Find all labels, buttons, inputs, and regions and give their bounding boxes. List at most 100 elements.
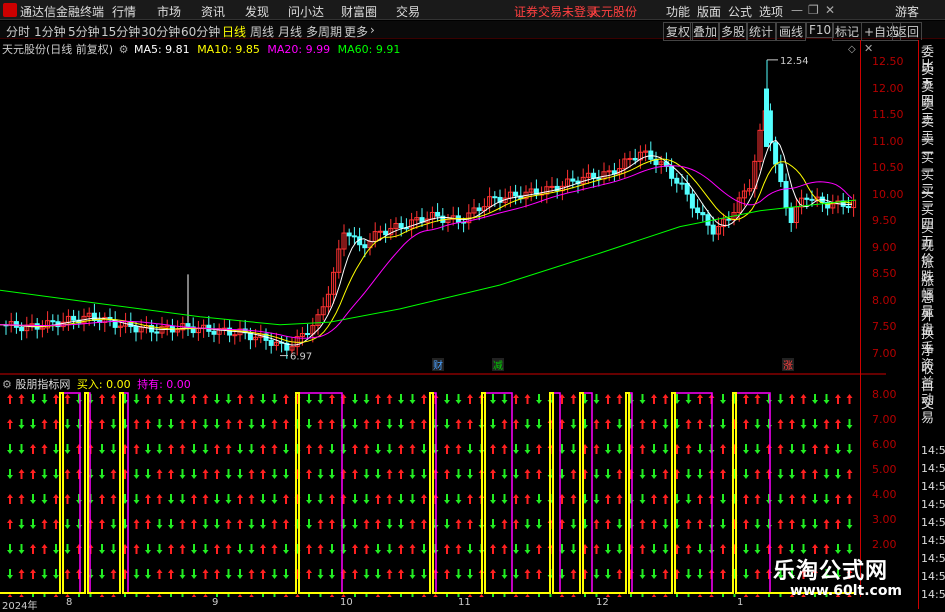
signal-up-arrow — [271, 419, 278, 429]
ma5-line — [0, 139, 853, 346]
period-more[interactable]: 更多 — [344, 23, 368, 40]
signal-down-arrow — [662, 519, 669, 529]
event-marker: 财 — [433, 359, 443, 372]
period-5min[interactable]: 5分钟 — [68, 23, 100, 40]
signal-up-arrow — [375, 394, 381, 404]
signal-down-arrow — [524, 419, 531, 429]
signal-down-arrow — [789, 444, 795, 454]
signal-up-arrow — [605, 419, 611, 429]
menu-xuanxiang[interactable]: 选项 — [759, 3, 783, 20]
price-tick: 8.50 — [872, 267, 897, 281]
signal-down-arrow — [145, 569, 151, 579]
signal-up-arrow — [179, 544, 186, 554]
period-daily[interactable]: 日线 — [222, 23, 246, 40]
period-fenshi[interactable]: 分时 — [6, 23, 30, 40]
kline-chart[interactable]: 12.54 6.97 财 减 涨 — [0, 40, 886, 375]
period-30min[interactable]: 30分钟 — [141, 23, 180, 40]
signal-up-arrow — [283, 519, 289, 529]
signal-up-arrow — [444, 444, 450, 454]
menu-gongshi[interactable]: 公式 — [728, 3, 752, 20]
signal-up-arrow — [156, 394, 163, 404]
fuquan-button[interactable]: 复权 — [663, 22, 694, 41]
indicator-tick: 4.00 — [872, 488, 897, 501]
signal-down-arrow — [743, 569, 749, 579]
restore-icon[interactable]: ❐ — [808, 3, 819, 17]
period-monthly[interactable]: 月线 — [278, 23, 302, 40]
close-icon[interactable]: ✕ — [825, 3, 835, 17]
signal-up-arrow — [237, 519, 243, 529]
signal-up-arrow — [800, 394, 807, 404]
signal-down-arrow — [605, 444, 611, 454]
signal-up-arrow — [53, 494, 59, 504]
diamond-icon[interactable]: ◇ — [848, 44, 856, 55]
signal-down-arrow — [490, 394, 496, 404]
signal-down-arrow — [386, 544, 393, 554]
menu-faxian[interactable]: 发现 — [245, 3, 269, 20]
period-weekly[interactable]: 周线 — [250, 23, 274, 40]
signal-up-arrow — [191, 394, 197, 404]
indicator-gear-icon[interactable]: ⚙ — [2, 378, 12, 391]
menu-wenxiaoda[interactable]: 问小达 — [288, 3, 324, 20]
signal-up-arrow — [248, 494, 255, 504]
diejia-button[interactable]: 叠加 — [690, 22, 721, 41]
signal-down-arrow — [398, 494, 404, 504]
menu-zixun[interactable]: 资讯 — [201, 3, 225, 20]
minimize-icon[interactable]: — — [791, 3, 803, 17]
chevron-right-icon[interactable]: › — [370, 23, 375, 37]
menu-jiaoyi[interactable]: 交易 — [396, 3, 420, 20]
signal-down-arrow — [145, 544, 151, 554]
period-1min[interactable]: 1分钟 — [34, 23, 66, 40]
candle-body — [648, 150, 654, 160]
menu-banmian[interactable]: 版面 — [697, 3, 721, 20]
signal-down-arrow — [743, 544, 749, 554]
signal-up-arrow — [41, 419, 48, 429]
date-axis: 2024年 8 9 10 11 12 1 — [0, 597, 886, 612]
f10-button[interactable]: F10 — [806, 22, 835, 38]
signal-down-arrow — [191, 469, 197, 479]
guest-label[interactable]: 游客 — [895, 3, 919, 20]
signal-up-arrow — [593, 544, 600, 554]
candle-body — [674, 177, 680, 184]
signal-up-arrow — [237, 394, 243, 404]
signal-up-arrow — [179, 419, 186, 429]
menu-caifuquan[interactable]: 财富圈 — [341, 3, 377, 20]
signal-up-arrow — [237, 419, 243, 429]
candle-body — [305, 333, 311, 336]
huaxian-button[interactable]: 画线 — [776, 22, 807, 41]
menu-shichang[interactable]: 市场 — [157, 3, 181, 20]
back-button[interactable]: 返回 — [892, 22, 923, 41]
biaoji-button[interactable]: 标记 — [832, 22, 863, 41]
candle-body — [591, 172, 597, 179]
period-60min[interactable]: 60分钟 — [181, 23, 220, 40]
indicator-chart[interactable] — [0, 375, 886, 597]
signal-up-arrow — [76, 444, 82, 454]
signal-up-arrow — [168, 544, 174, 554]
signal-up-arrow — [513, 494, 519, 504]
login-warning[interactable]: 证券交易未登录 — [514, 3, 598, 20]
signal-down-arrow — [777, 469, 784, 479]
signal-up-arrow — [225, 544, 232, 554]
signal-down-arrow — [524, 444, 531, 454]
signal-up-arrow — [616, 569, 623, 579]
signal-up-arrow — [639, 419, 646, 429]
signal-down-arrow — [639, 494, 646, 504]
signal-up-arrow — [375, 519, 381, 529]
menu-hangqing[interactable]: 行情 — [112, 3, 136, 20]
app-logo-icon — [3, 3, 17, 17]
signal-up-arrow — [53, 519, 59, 529]
signal-down-arrow — [64, 519, 71, 529]
candle-body — [689, 193, 695, 209]
signal-down-arrow — [467, 544, 473, 554]
signal-up-arrow — [605, 494, 611, 504]
signal-down-arrow — [593, 469, 600, 479]
signal-up-arrow — [271, 544, 278, 554]
signal-down-arrow — [202, 444, 209, 454]
menu-gongneng[interactable]: 功能 — [666, 3, 690, 20]
duogu-button[interactable]: 多股 — [718, 22, 749, 41]
tongji-button[interactable]: 统计 — [746, 22, 777, 41]
period-15min[interactable]: 15分钟 — [101, 23, 140, 40]
settings-gear-icon[interactable]: ⚙ — [119, 43, 129, 56]
period-multi[interactable]: 多周期 — [306, 23, 342, 40]
signal-up-arrow — [110, 394, 117, 404]
signal-down-arrow — [317, 494, 324, 504]
